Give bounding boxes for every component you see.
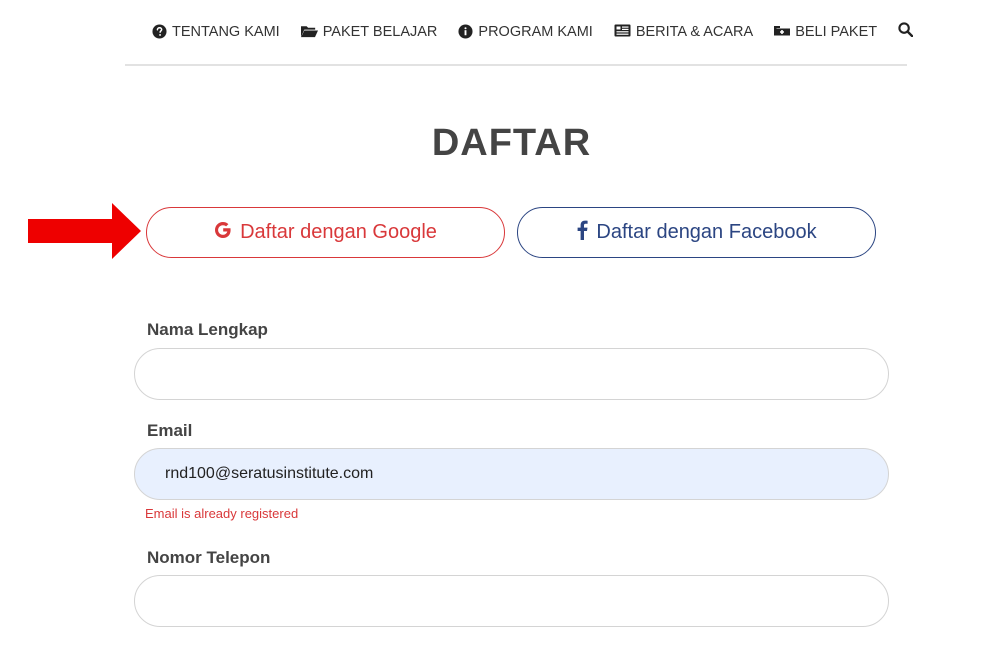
nav-label: BELI PAKET <box>795 23 878 40</box>
folder-open-icon <box>300 24 318 39</box>
nav-label: TENTANG KAMI <box>172 23 280 40</box>
nav-items: TENTANG KAMI PAKET BELAJAR PROGRAM KAMI … <box>152 22 914 41</box>
nav-label: PROGRAM KAMI <box>478 23 593 40</box>
question-circle-icon <box>152 24 167 39</box>
nav-item-program-kami[interactable]: PROGRAM KAMI <box>458 23 593 40</box>
page-title: DAFTAR <box>431 122 592 164</box>
arrow-shape <box>28 203 141 259</box>
newspaper-icon <box>614 24 631 39</box>
nav-item-tentang-kami[interactable]: TENTANG KAMI <box>152 24 280 40</box>
phone-label: Nomor Telepon <box>147 548 271 567</box>
email-label: Email <box>147 421 193 440</box>
red-arrow-annotation <box>28 203 141 264</box>
register-page: TENTANG KAMI PAKET BELAJAR PROGRAM KAMI … <box>0 0 1008 664</box>
google-icon <box>214 220 232 246</box>
cart-plus-icon <box>774 24 791 39</box>
google-signup-button[interactable]: Daftar dengan Google <box>146 207 505 258</box>
nav-item-paket-belajar[interactable]: PAKET BELAJAR <box>300 23 438 40</box>
email-error-message: Email is already registered <box>145 506 299 521</box>
facebook-icon <box>576 220 589 246</box>
info-circle-icon <box>458 24 473 39</box>
facebook-button-label: Daftar dengan Facebook <box>596 221 817 243</box>
nav-label: BERITA & ACARA <box>635 23 754 40</box>
facebook-signup-button[interactable]: Daftar dengan Facebook <box>517 207 876 258</box>
nav-label: PAKET BELAJAR <box>322 23 438 40</box>
email-input[interactable] <box>134 448 889 500</box>
google-button-label: Daftar dengan Google <box>240 221 437 243</box>
top-nav: TENTANG KAMI PAKET BELAJAR PROGRAM KAMI … <box>125 0 914 66</box>
phone-input[interactable] <box>134 575 889 627</box>
search-icon[interactable] <box>898 22 914 41</box>
full-name-input[interactable] <box>134 348 889 400</box>
nav-item-beli-paket[interactable]: BELI PAKET <box>774 24 877 40</box>
nav-item-berita-acara[interactable]: BERITA & ACARA <box>614 24 753 40</box>
full-name-label: Nama Lengkap <box>147 320 268 339</box>
